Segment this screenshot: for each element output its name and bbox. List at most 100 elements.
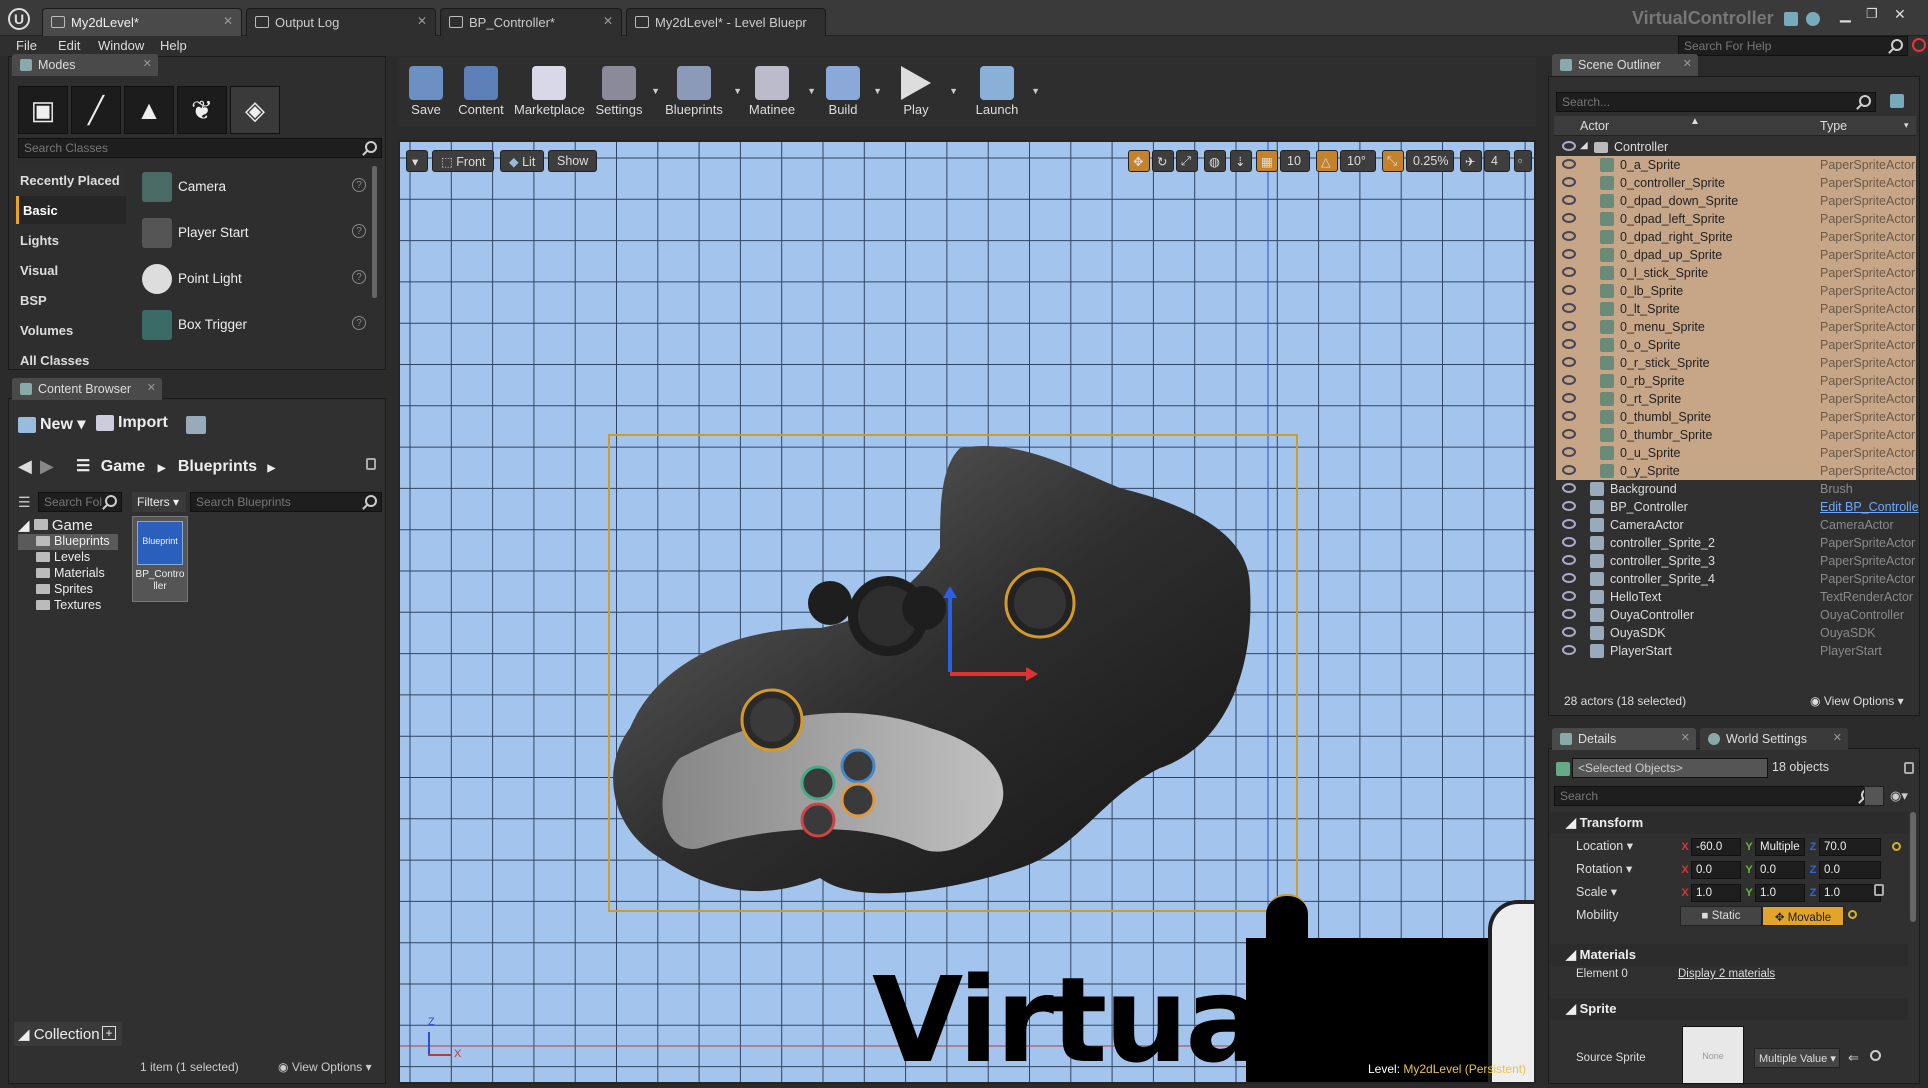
category-volumes[interactable]: Volumes [16, 316, 126, 344]
visibility-eye-icon[interactable] [1562, 249, 1576, 259]
scale-mode-icon[interactable]: ⤢ [1176, 150, 1198, 172]
place-item-box-trigger[interactable]: Box Trigger? [134, 304, 376, 348]
toolbar-build-button[interactable]: Build ▼ [818, 62, 882, 122]
rotation-label[interactable]: Rotation ▾ [1576, 861, 1632, 876]
location-x-field[interactable]: -60.0 [1691, 838, 1741, 856]
selected-objects-field[interactable]: <Selected Objects> [1572, 758, 1768, 778]
visibility-eye-icon[interactable] [1562, 357, 1576, 367]
mobility-static-button[interactable]: ■ Static [1680, 906, 1762, 926]
visibility-eye-icon[interactable] [1562, 177, 1576, 187]
visibility-eye-icon[interactable] [1562, 213, 1576, 223]
outliner-row[interactable]: controller_Sprite_3 PaperSpriteActor [1556, 552, 1916, 570]
landscape-mode-icon[interactable]: ▲ [124, 86, 174, 134]
category-basic[interactable]: Basic [16, 196, 126, 224]
visibility-eye-icon[interactable] [1562, 375, 1576, 385]
visibility-eye-icon[interactable] [1562, 429, 1576, 439]
outliner-row[interactable]: PlayerStart PlayerStart [1556, 642, 1916, 660]
category-visual[interactable]: Visual [16, 256, 126, 284]
column-type[interactable]: Type [1820, 119, 1847, 133]
outliner-row[interactable]: 0_u_Sprite PaperSpriteActor [1556, 444, 1916, 462]
location-label[interactable]: Location ▾ [1576, 838, 1633, 853]
section-materials[interactable]: ◢ Materials [1550, 944, 1908, 966]
grid-snap-icon[interactable]: ▦ [1256, 150, 1278, 172]
tab-bp-controller[interactable]: BP_Controller* ✕ [440, 8, 622, 36]
close-icon[interactable]: ✕ [223, 14, 233, 28]
asset-tile-bp-controller[interactable]: Blueprint BP_Controller [132, 516, 188, 602]
import-button[interactable]: Import [96, 414, 168, 432]
rotation-snap-value[interactable]: 10° [1340, 150, 1376, 172]
no-entry-icon[interactable] [1912, 38, 1926, 52]
unreal-logo-icon[interactable]: U [8, 8, 30, 30]
close-icon[interactable]: ✕ [1833, 731, 1842, 744]
visibility-eye-icon[interactable] [1562, 303, 1576, 313]
toolbar-marketplace-button[interactable]: Marketplace [514, 62, 585, 122]
place-mode-icon[interactable]: ▣ [18, 86, 68, 134]
outliner-view-options-button[interactable]: ◉ View Options ▾ [1810, 694, 1904, 708]
toolbar-content-button[interactable]: Content [458, 62, 504, 122]
display-materials-link[interactable]: Display 2 materials [1678, 968, 1775, 980]
source-sprite-dropdown[interactable]: Multiple Value ▾ [1754, 1048, 1840, 1068]
visibility-eye-icon[interactable] [1562, 501, 1576, 511]
outliner-row[interactable]: OuyaController OuyaController [1556, 606, 1916, 624]
outliner-folder-controller[interactable]: ◢ Controller [1556, 138, 1916, 156]
help-icon[interactable]: ? [352, 178, 366, 192]
visibility-filter-icon[interactable]: ◉▾ [1890, 788, 1908, 804]
visibility-eye-icon[interactable] [1562, 393, 1576, 403]
outliner-row[interactable]: 0_rt_Sprite PaperSpriteActor [1556, 390, 1916, 408]
visibility-eye-icon[interactable] [1562, 339, 1576, 349]
pin-icon[interactable] [1890, 94, 1904, 108]
level-viewport[interactable]: Virtual ▾ ⬚ Front ◆ Lit Show ✥ ↻ ⤢ ◍ ⇣ ▦… [398, 140, 1536, 1084]
tree-folder-blueprints[interactable]: Blueprints [18, 534, 118, 550]
close-icon[interactable]: ✕ [603, 14, 613, 28]
property-matrix-icon[interactable] [1864, 786, 1884, 806]
close-icon[interactable]: ✕ [143, 57, 152, 70]
visibility-eye-icon[interactable] [1562, 447, 1576, 457]
visibility-eye-icon[interactable] [1562, 159, 1576, 169]
tab-output-log[interactable]: Output Log ✕ [246, 8, 436, 36]
visibility-eye-icon[interactable] [1562, 285, 1576, 295]
reset-mobility-icon[interactable] [1848, 910, 1857, 919]
location-z-field[interactable]: 70.0 [1819, 838, 1881, 856]
camera-speed-icon[interactable]: ✈ [1460, 150, 1482, 172]
outliner-row[interactable]: CameraActor CameraActor [1556, 516, 1916, 534]
camera-speed-value[interactable]: 4 [1484, 150, 1510, 172]
collections-header[interactable]: ◢ Collection + [14, 1022, 122, 1046]
outliner-row[interactable]: controller_Sprite_4 PaperSpriteActor [1556, 570, 1916, 588]
outliner-row[interactable]: 0_menu_Sprite PaperSpriteActor [1556, 318, 1916, 336]
visibility-eye-icon[interactable] [1562, 465, 1576, 475]
scale-lock-icon[interactable] [1874, 884, 1884, 896]
menu-file[interactable]: File [16, 38, 37, 53]
menu-help[interactable]: Help [160, 38, 187, 53]
grid-snap-value[interactable]: 10 [1280, 150, 1310, 172]
tree-root-game[interactable]: ◢ Game [18, 516, 93, 534]
visibility-eye-icon[interactable] [1562, 537, 1576, 547]
world-local-icon[interactable]: ◍ [1204, 150, 1226, 172]
outliner-row[interactable]: 0_dpad_up_Sprite PaperSpriteActor [1556, 246, 1916, 264]
toolbar-play-button[interactable]: Play ▼ [888, 62, 958, 122]
outliner-row[interactable]: Background Brush [1556, 480, 1916, 498]
paint-mode-icon[interactable]: ╱ [71, 86, 121, 134]
outliner-row[interactable]: 0_y_Sprite PaperSpriteActor [1556, 462, 1916, 480]
details-scrollbar[interactable] [1910, 812, 1916, 922]
close-icon[interactable]: ✕ [1681, 731, 1690, 744]
source-sprite-thumbnail[interactable]: None [1682, 1026, 1744, 1084]
visibility-eye-icon[interactable] [1562, 591, 1576, 601]
scale-snap-icon[interactable]: ⤡ [1382, 150, 1404, 172]
place-item-camera[interactable]: Camera? [134, 166, 376, 210]
outliner-row[interactable]: 0_dpad_left_Sprite PaperSpriteActor [1556, 210, 1916, 228]
viewport-options-button[interactable]: ▾ [406, 150, 428, 172]
tab-modes[interactable]: Modes ✕ [12, 54, 158, 76]
tree-folder-levels[interactable]: Levels [18, 550, 118, 566]
menu-window[interactable]: Window [98, 38, 144, 53]
toolbar-matinee-button[interactable]: Matinee ▼ [742, 62, 816, 122]
place-item-point-light[interactable]: Point Light? [134, 258, 376, 302]
lighting-mode-lit[interactable]: ◆ Lit [500, 150, 545, 172]
toolbar-settings-button[interactable]: Settings ▼ [592, 62, 660, 122]
tree-folder-materials[interactable]: Materials [18, 566, 118, 582]
tree-folder-textures[interactable]: Textures [18, 598, 118, 614]
controller-sprite[interactable] [600, 428, 1300, 928]
scale-z-field[interactable]: 1.0 [1819, 884, 1881, 902]
toolbar-save-button[interactable]: Save [408, 62, 444, 122]
help-icon[interactable]: ? [352, 224, 366, 238]
rotation-x-field[interactable]: 0.0 [1691, 861, 1741, 879]
